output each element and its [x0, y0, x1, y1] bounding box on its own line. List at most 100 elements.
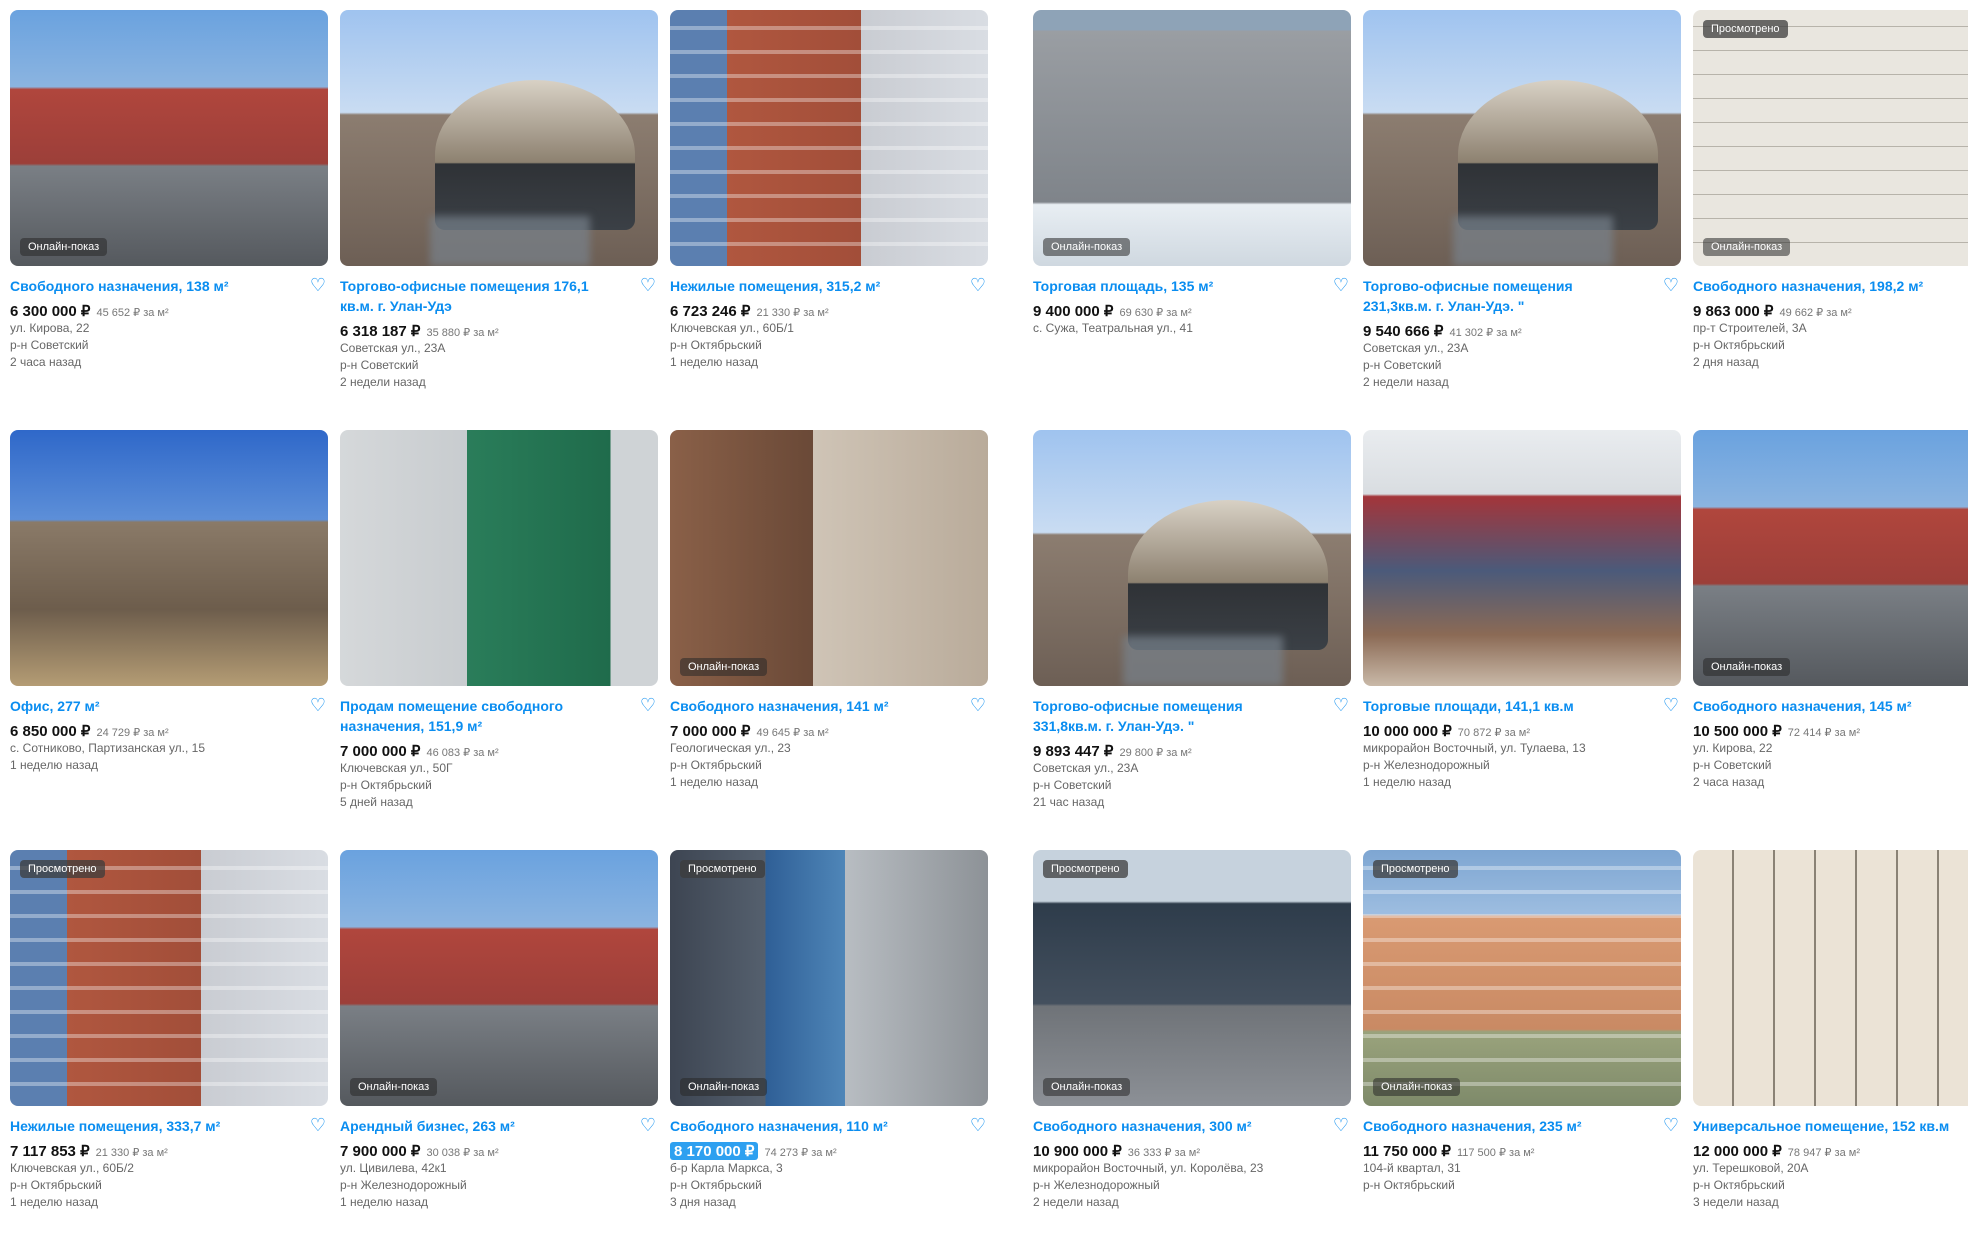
listing-photo[interactable]: Просмотрено Онлайн-показ: [1693, 10, 1968, 266]
listing-card[interactable]: Онлайн-показ Арендный бизнес, 263 м² ♡ 7 90…: [340, 850, 658, 1242]
heart-outline-icon[interactable]: ♡: [1331, 276, 1351, 296]
listing-photo[interactable]: Онлайн-показ: [1693, 430, 1968, 686]
listing-meta-line: Геологическая ул., 23: [670, 741, 791, 755]
listing-meta-line: микрорайон Восточный, ул. Королёва, 23: [1033, 1161, 1264, 1175]
listing-meta-line: 1 неделю назад: [670, 775, 759, 789]
listing-title[interactable]: Офис, 277 м²: [10, 696, 292, 716]
listing-title[interactable]: Арендный бизнес, 263 м²: [340, 1116, 622, 1136]
listing-photo[interactable]: Онлайн-показ: [340, 850, 658, 1106]
listing-meta-line: р-н Советский: [1033, 778, 1112, 792]
listing-photo[interactable]: Онлайн-показ: [10, 10, 328, 266]
listing-meta-line: ул. Кирова, 22: [1693, 741, 1773, 755]
listing-photo[interactable]: [1693, 850, 1968, 1106]
listing-photo[interactable]: [1363, 430, 1681, 686]
listing-price: 6 300 000 ₽: [10, 303, 91, 320]
heart-outline-icon[interactable]: ♡: [638, 696, 658, 716]
listing-title[interactable]: Свободного назначения, 198,2 м²: [1693, 276, 1968, 296]
listing-title[interactable]: Торгово-офисные помещения 231,3кв.м. г. …: [1363, 276, 1645, 316]
heart-outline-icon[interactable]: ♡: [308, 276, 328, 296]
listing-meta-line: р-н Октябрьский: [340, 778, 432, 792]
price-per-meter: 21 330 ₽ за м²: [95, 1147, 168, 1159]
heart-outline-icon[interactable]: ♡: [1661, 1116, 1681, 1136]
heart-outline-icon[interactable]: ♡: [638, 1116, 658, 1136]
listing-card[interactable]: Торговые площади, 141,1 кв.м ♡ 10 000 000 …: [1363, 430, 1681, 832]
listing-photo[interactable]: Просмотрено Онлайн-показ: [1033, 850, 1351, 1106]
listing-meta-line: р-н Октябрьский: [1693, 1178, 1785, 1192]
listing-card[interactable]: Просмотрено Онлайн-показ Свободного назнач…: [1033, 850, 1351, 1242]
listing-title[interactable]: Торговые площади, 141,1 кв.м: [1363, 696, 1645, 716]
listing-card[interactable]: Онлайн-показ Свободного назначения, 141 м…: [670, 430, 988, 832]
listing-card[interactable]: Универсальное помещение, 152 кв.м♡12 000…: [1693, 850, 1968, 1242]
listing-card[interactable]: Просмотрено Онлайн-показ Свободного назнач…: [670, 850, 988, 1242]
heart-outline-icon[interactable]: ♡: [1331, 696, 1351, 716]
listing-price: 10 900 000 ₽: [1033, 1143, 1122, 1160]
listing-meta-line: р-н Октябрьский: [1363, 1178, 1455, 1192]
listing-title[interactable]: Свободного назначения, 145 м²: [1693, 696, 1968, 716]
listing-title[interactable]: Нежилые помещения, 315,2 м²: [670, 276, 952, 296]
listing-card[interactable]: Офис, 277 м² ♡ 6 850 000 ₽ 24 729 ₽ за м² с.…: [10, 430, 328, 832]
heart-outline-icon[interactable]: ♡: [1661, 696, 1681, 716]
listing-title[interactable]: Свободного назначения, 138 м²: [10, 276, 292, 296]
listing-title[interactable]: Свободного назначения, 235 м²: [1363, 1116, 1645, 1136]
listing-photo[interactable]: Просмотрено Онлайн-показ: [670, 850, 988, 1106]
building-windows: [10, 850, 328, 1106]
heart-outline-icon[interactable]: ♡: [308, 696, 328, 716]
listing-price: 6 318 187 ₽: [340, 323, 421, 340]
listing-title[interactable]: Свободного назначения, 300 м²: [1033, 1116, 1315, 1136]
listing-title[interactable]: Свободного назначения, 141 м²: [670, 696, 952, 716]
listing-photo[interactable]: [10, 430, 328, 686]
listing-title[interactable]: Продам помещение свободного назначения, …: [340, 696, 622, 736]
price-per-meter: 24 729 ₽ за м²: [96, 727, 169, 739]
listing-card[interactable]: Просмотрено Онлайн-показ Свободного назнач…: [1363, 850, 1681, 1242]
heart-outline-icon[interactable]: ♡: [638, 276, 658, 296]
listing-meta-line: р-н Советский: [1693, 758, 1772, 772]
heart-outline-icon[interactable]: ♡: [308, 1116, 328, 1136]
listing-title[interactable]: Свободного назначения, 110 м²: [670, 1116, 952, 1136]
heart-outline-icon[interactable]: ♡: [1661, 276, 1681, 296]
online-showing-badge: Онлайн-показ: [1703, 238, 1791, 256]
listing-meta-line: 21 час назад: [1033, 795, 1105, 809]
online-showing-badge: Онлайн-показ: [1043, 238, 1131, 256]
blur-overlay: [1453, 216, 1613, 266]
listing-title[interactable]: Торгово-офисные помещения 176,1 кв.м. г.…: [340, 276, 622, 316]
listing-photo[interactable]: [340, 430, 658, 686]
listing-card[interactable]: Нежилые помещения, 315,2 м² ♡ 6 723 246 ₽ 2…: [670, 10, 988, 412]
listing-photo[interactable]: [1363, 10, 1681, 266]
listing-meta-line: ул. Кирова, 22: [10, 321, 90, 335]
listing-meta-line: 5 дней назад: [340, 795, 413, 809]
listing-photo[interactable]: Просмотрено Онлайн-показ: [1363, 850, 1681, 1106]
heart-outline-icon[interactable]: ♡: [968, 276, 988, 296]
listing-meta-line: с. Сотниково, Партизанская ул., 15: [10, 741, 206, 755]
listing-title[interactable]: Нежилые помещения, 333,7 м²: [10, 1116, 292, 1136]
listing-card[interactable]: Онлайн-показ Свободного назначения, 145 м…: [1693, 430, 1968, 832]
listing-photo[interactable]: Онлайн-показ: [1033, 10, 1351, 266]
listing-title[interactable]: Универсальное помещение, 152 кв.м: [1693, 1116, 1968, 1136]
listing-title[interactable]: Торговая площадь, 135 м²: [1033, 276, 1315, 296]
listing-photo[interactable]: [1033, 430, 1351, 686]
listing-price: 12 000 000 ₽: [1693, 1143, 1782, 1160]
listing-card[interactable]: Просмотрено Нежилые помещения, 333,7 м² ♡ 7…: [10, 850, 328, 1242]
listing-meta-line: р-н Октябрьский: [670, 758, 762, 772]
listing-photo[interactable]: Онлайн-показ: [670, 430, 988, 686]
listing-meta-line: 2 дня назад: [1693, 355, 1759, 369]
online-showing-badge: Онлайн-показ: [1373, 1078, 1461, 1096]
online-showing-badge: Онлайн-показ: [20, 238, 108, 256]
heart-outline-icon[interactable]: ♡: [968, 1116, 988, 1136]
building-image: [1458, 80, 1658, 230]
listing-card[interactable]: Онлайн-показ Свободного назначения, 138 м…: [10, 10, 328, 412]
listing-card[interactable]: Продам помещение свободного назначения, …: [340, 430, 658, 832]
listing-photo[interactable]: Просмотрено: [10, 850, 328, 1106]
listing-title[interactable]: Торгово-офисные помещения 331,8кв.м. г. …: [1033, 696, 1315, 736]
listing-card[interactable]: Онлайн-показ Торговая площадь, 135 м² ♡ 9 4…: [1033, 10, 1351, 412]
listing-photo[interactable]: [340, 10, 658, 266]
listing-photo[interactable]: [670, 10, 988, 266]
listing-card[interactable]: Торгово-офисные помещения 176,1 кв.м. г.…: [340, 10, 658, 412]
heart-outline-icon[interactable]: ♡: [968, 696, 988, 716]
listing-card[interactable]: Просмотрено Онлайн-показ Свободного назнач…: [1693, 10, 1968, 412]
listing-price: 9 540 666 ₽: [1363, 323, 1444, 340]
listing-meta-line: ул. Цивилева, 42к1: [340, 1161, 447, 1175]
listing-card[interactable]: Торгово-офисные помещения 231,3кв.м. г. …: [1363, 10, 1681, 412]
listing-meta-line: Советская ул., 23А: [340, 341, 446, 355]
listing-card[interactable]: Торгово-офисные помещения 331,8кв.м. г. …: [1033, 430, 1351, 832]
heart-outline-icon[interactable]: ♡: [1331, 1116, 1351, 1136]
